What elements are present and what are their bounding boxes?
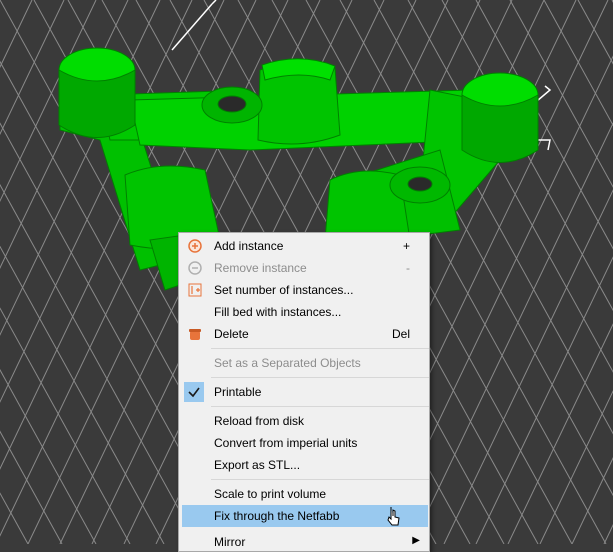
menu-item-label: Delete — [214, 327, 249, 341]
menu-item-scale-to-print-volume[interactable]: Scale to print volume — [182, 483, 428, 505]
menu-item-remove-instance[interactable]: Remove instance - — [182, 257, 428, 279]
context-menu: Add instance + Remove instance - Set num… — [178, 232, 430, 552]
menu-item-label: Mirror — [214, 535, 246, 549]
menu-item-label: Set number of instances... — [214, 283, 354, 297]
menu-item-label: Set as a Separated Objects — [214, 356, 361, 370]
menu-item-shortcut: Del — [391, 327, 410, 341]
menu-item-label: Convert from imperial units — [214, 436, 358, 450]
add-icon — [188, 239, 202, 253]
menu-item-label: Reload from disk — [214, 414, 305, 428]
menu-item-add-instance[interactable]: Add instance + — [182, 235, 428, 257]
instances-icon — [188, 283, 202, 297]
menu-item-mirror[interactable]: Mirror ▶ — [182, 531, 428, 551]
menu-item-convert-imperial[interactable]: Convert from imperial units — [182, 432, 428, 454]
menu-item-label: Fill bed with instances... — [214, 305, 342, 319]
checkmark-icon — [184, 382, 204, 402]
menu-item-reload-from-disk[interactable]: Reload from disk — [182, 410, 428, 432]
menu-separator — [211, 377, 429, 378]
menu-item-set-separated-objects[interactable]: Set as a Separated Objects — [182, 352, 428, 374]
menu-separator — [211, 406, 429, 407]
menu-item-export-stl[interactable]: Export as STL... — [182, 454, 428, 476]
menu-item-shortcut: + — [402, 239, 410, 253]
menu-item-label: Remove instance — [214, 261, 307, 275]
menu-item-label: Export as STL... — [214, 458, 301, 472]
menu-separator — [211, 479, 429, 480]
mouse-cursor-icon — [387, 507, 400, 526]
submenu-arrow-icon: ▶ — [412, 535, 420, 546]
delete-icon — [188, 327, 202, 341]
menu-item-printable[interactable]: Printable — [182, 381, 428, 403]
menu-item-label: Scale to print volume — [214, 487, 327, 501]
menu-item-label: Printable — [214, 385, 262, 399]
menu-separator — [211, 348, 429, 349]
menu-item-label: Fix through the Netfabb — [214, 509, 340, 523]
menu-item-label: Add instance — [214, 239, 284, 253]
menu-item-fill-bed[interactable]: Fill bed with instances... — [182, 301, 428, 323]
menu-item-shortcut: - — [406, 261, 410, 275]
remove-icon — [188, 261, 202, 275]
menu-item-delete[interactable]: Delete Del — [182, 323, 428, 345]
menu-item-set-number-of-instances[interactable]: Set number of instances... — [182, 279, 428, 301]
